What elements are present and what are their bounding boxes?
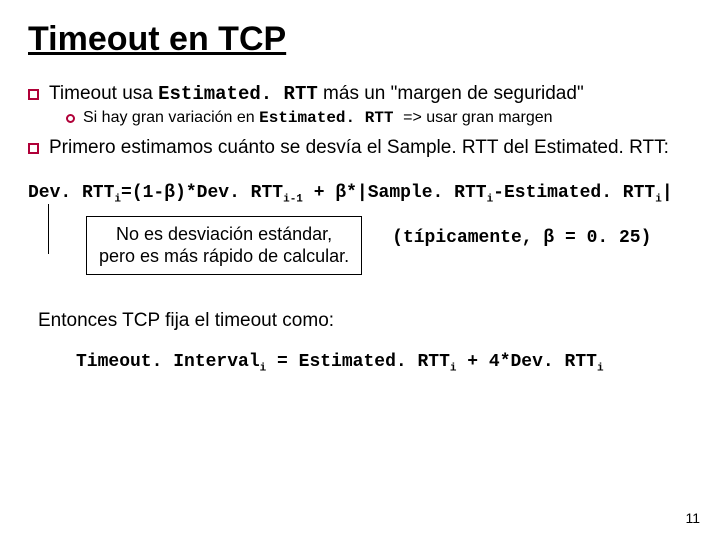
circle-bullet-icon bbox=[66, 114, 75, 123]
f-beta2: β bbox=[335, 183, 346, 203]
formula-devrtt: Dev. RTTi=(1-β)*Dev. RTTi-1 + β*|Sample.… bbox=[28, 183, 692, 206]
note-line2: pero es más rápido de calcular. bbox=[99, 245, 349, 268]
f-eq: =(1- bbox=[121, 183, 164, 203]
sub1-post: => usar gran margen bbox=[403, 109, 552, 126]
bullet-2: Primero estimamos cuánto se desvía el Sa… bbox=[28, 137, 692, 159]
f-sub-im1: i-1 bbox=[283, 194, 303, 206]
typical-value: (típicamente, β = 0. 25) bbox=[392, 228, 651, 248]
f-plus: + bbox=[303, 183, 335, 203]
sub1-pre: Si hay gran variación en bbox=[83, 109, 259, 126]
bullet-1: Timeout usa Estimated. RTT más un "marge… bbox=[28, 83, 692, 105]
f-beta1: β bbox=[164, 183, 175, 203]
f-mid3: -Estimated. RTT bbox=[493, 183, 655, 203]
entonces-text: Entonces TCP fija el timeout como: bbox=[38, 310, 692, 332]
slide-title: Timeout en TCP bbox=[28, 20, 692, 59]
callout-line-wrap bbox=[28, 216, 88, 286]
bullet-2-text: Primero estimamos cuánto se desvía el Sa… bbox=[49, 137, 692, 159]
f2-eq: = Estimated. RTT bbox=[266, 352, 450, 372]
note-line1: No es desviación estándar, bbox=[99, 223, 349, 246]
f-lhs: Dev. RTT bbox=[28, 183, 114, 203]
f-mid1: )*Dev. RTT bbox=[175, 183, 283, 203]
formula-timeout: Timeout. Intervali = Estimated. RTTi + 4… bbox=[76, 352, 692, 375]
f2-sub2: i bbox=[450, 362, 457, 374]
mid-row: No es desviación estándar, pero es más r… bbox=[28, 216, 692, 286]
bullet-1-text: Timeout usa Estimated. RTT más un "marge… bbox=[49, 83, 692, 105]
sub-bullet-1: Si hay gran variación en Estimated. RTT … bbox=[28, 109, 692, 127]
sub-bullet-1-text: Si hay gran variación en Estimated. RTT … bbox=[83, 109, 692, 127]
f-sub-i-3: i bbox=[655, 194, 662, 206]
sub1-mono: Estimated. RTT bbox=[259, 109, 403, 127]
bullet-1-mono: Estimated. RTT bbox=[158, 83, 318, 105]
note-box: No es desviación estándar, pero es más r… bbox=[86, 216, 362, 275]
f2-sub3: i bbox=[597, 362, 604, 374]
bullet-1-post: más un "margen de seguridad" bbox=[318, 83, 584, 104]
f2-a: Timeout. Interval bbox=[76, 352, 260, 372]
bullet-1-pre: Timeout usa bbox=[49, 83, 158, 104]
f-mid2: *|Sample. RTT bbox=[346, 183, 486, 203]
callout-line bbox=[48, 204, 49, 254]
f-end: | bbox=[662, 183, 673, 203]
square-bullet-icon bbox=[28, 143, 39, 154]
square-bullet-icon bbox=[28, 89, 39, 100]
f2-plus: + 4*Dev. RTT bbox=[457, 352, 597, 372]
page-number: 11 bbox=[685, 510, 700, 526]
